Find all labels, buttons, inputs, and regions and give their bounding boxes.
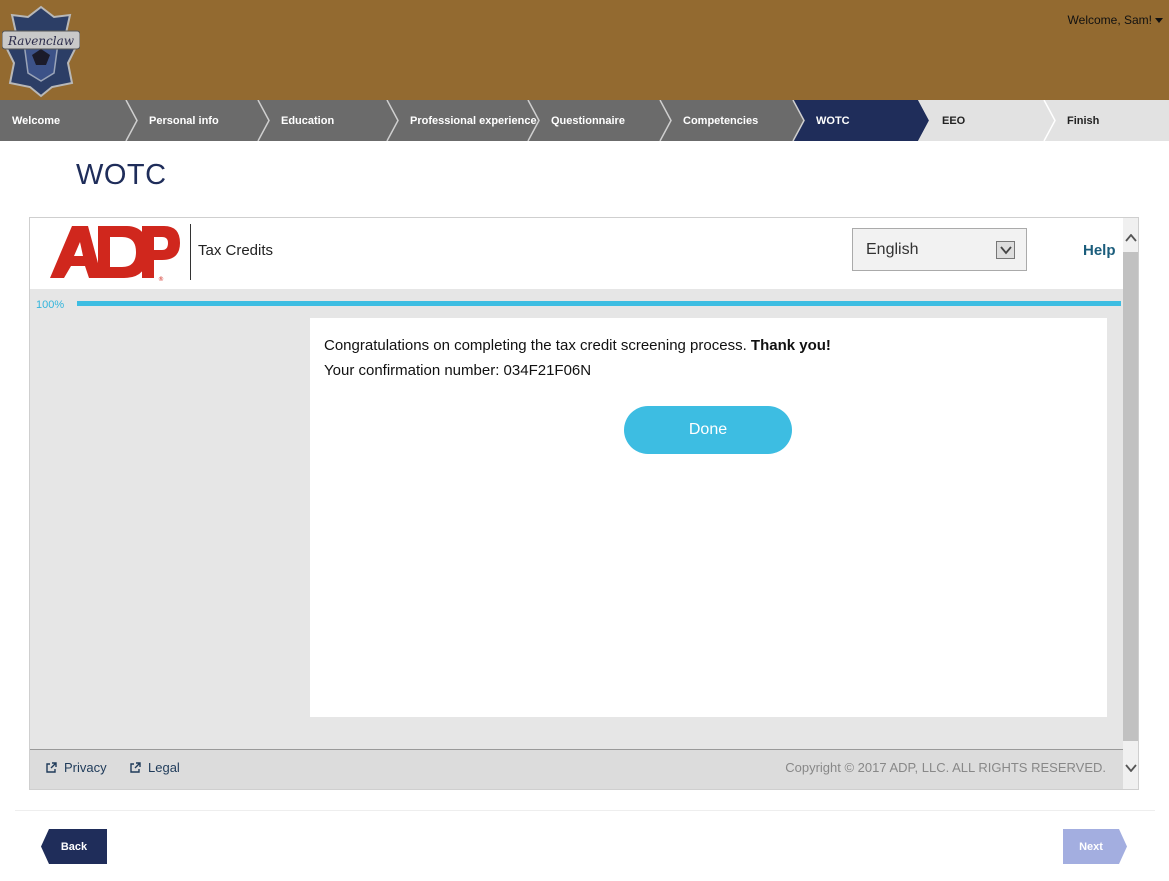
progress-bar: [77, 301, 1121, 306]
copyright-text: Copyright © 2017 ADP, LLC. ALL RIGHTS RE…: [785, 760, 1106, 775]
step-professional-experience[interactable]: Professional experience: [410, 100, 537, 141]
step-progress-bar: Welcome Personal info Education Professi…: [0, 100, 1169, 141]
step-competencies[interactable]: Competencies: [683, 100, 758, 141]
svg-text:®: ®: [158, 276, 164, 282]
frame-header: ® Tax Credits English Help: [30, 218, 1123, 289]
back-button[interactable]: Back: [41, 829, 107, 864]
step-label: Competencies: [683, 114, 759, 127]
product-name: Tax Credits: [198, 242, 274, 259]
confirmation-panel: Congratulations on completing the tax cr…: [310, 318, 1107, 717]
privacy-link[interactable]: Privacy: [45, 760, 107, 775]
step-label: Personal info: [149, 114, 219, 127]
step-education[interactable]: Education: [281, 100, 334, 141]
step-wotc[interactable]: WOTC: [816, 100, 850, 141]
confirmation-number: Your confirmation number: 034F21F06N: [324, 362, 592, 379]
next-label: Next: [1079, 840, 1103, 853]
step-finish[interactable]: Finish: [1067, 100, 1099, 141]
app-header: Ravenclaw Welcome, Sam!: [0, 0, 1169, 100]
done-button[interactable]: Done: [624, 406, 792, 454]
help-link[interactable]: Help: [1083, 242, 1116, 259]
step-personal-info[interactable]: Personal info: [149, 100, 219, 141]
step-label: Welcome: [12, 114, 61, 127]
progress-percent: 100%: [36, 299, 65, 311]
adp-logo: ®: [50, 226, 180, 282]
frame-footer: Privacy Legal Copyright © 2017 ADP, LLC.…: [30, 749, 1123, 789]
language-selected: English: [866, 240, 919, 258]
step-label: Professional experience: [410, 114, 537, 127]
ravenclaw-crest-logo: Ravenclaw: [2, 5, 80, 98]
step-questionnaire[interactable]: Questionnaire: [551, 100, 625, 141]
chevron-down-icon: [996, 241, 1015, 259]
scroll-up-icon[interactable]: [1125, 232, 1137, 244]
external-link-icon: [130, 762, 141, 773]
welcome-text: Welcome, Sam!: [1067, 13, 1152, 27]
step-label: WOTC: [816, 114, 850, 127]
step-label: EEO: [942, 114, 966, 127]
step-label: Finish: [1067, 114, 1100, 127]
divider: [15, 810, 1155, 811]
completion-message: Congratulations on completing the tax cr…: [324, 337, 831, 354]
page-title: WOTC: [76, 159, 167, 191]
next-button[interactable]: Next: [1063, 829, 1127, 864]
scrollbar-thumb[interactable]: [1123, 252, 1138, 741]
scroll-down-icon[interactable]: [1125, 762, 1137, 774]
step-label: Questionnaire: [551, 114, 625, 127]
frame-scrollbar[interactable]: [1123, 218, 1138, 789]
legal-label: Legal: [148, 760, 180, 775]
back-label: Back: [60, 840, 88, 853]
external-link-icon: [46, 762, 57, 773]
legal-link[interactable]: Legal: [129, 760, 180, 775]
step-label: Education: [281, 114, 335, 127]
svg-text:Ravenclaw: Ravenclaw: [7, 34, 75, 48]
wotc-embedded-frame: ® Tax Credits English Help 100% Congratu…: [29, 217, 1139, 790]
step-eeo[interactable]: EEO: [942, 100, 965, 141]
completion-text: Congratulations on completing the tax cr…: [324, 337, 747, 354]
language-select[interactable]: English: [852, 228, 1027, 271]
user-menu[interactable]: Welcome, Sam!: [1068, 13, 1163, 27]
caret-down-icon: [1155, 17, 1163, 23]
step-welcome[interactable]: Welcome: [12, 100, 60, 141]
thank-you-text: Thank you!: [750, 337, 831, 354]
privacy-label: Privacy: [64, 760, 107, 775]
header-divider: [190, 224, 191, 280]
